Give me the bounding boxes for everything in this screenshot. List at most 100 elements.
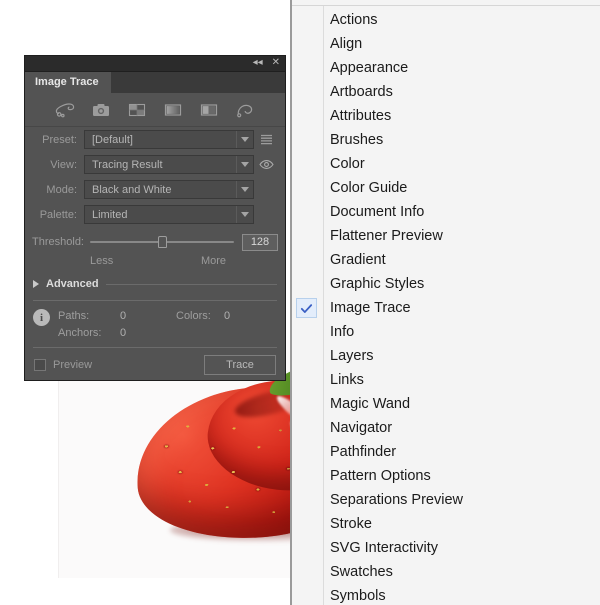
- checkbox-slot: [296, 322, 317, 342]
- mode-value: Black and White: [92, 183, 172, 196]
- menu-item-attributes[interactable]: Attributes: [292, 104, 600, 128]
- chevron-down-icon[interactable]: [236, 156, 253, 173]
- auto-color-icon[interactable]: [54, 101, 76, 119]
- advanced-label[interactable]: Advanced: [46, 278, 99, 290]
- menu-item-gradient[interactable]: Gradient: [292, 248, 600, 272]
- palette-value: Limited: [92, 208, 128, 221]
- threshold-max-label: More: [200, 255, 226, 267]
- chevron-down-icon[interactable]: [236, 181, 253, 198]
- tab-image-trace[interactable]: Image Trace: [25, 72, 111, 93]
- checkbox-slot: [296, 418, 317, 438]
- panel-footer: Preview Trace: [25, 348, 285, 375]
- view-row: View: Tracing Result: [25, 152, 285, 177]
- checkmark-icon: [296, 298, 317, 318]
- checkbox-slot: [296, 538, 317, 558]
- mode-row: Mode: Black and White: [25, 177, 285, 202]
- menu-item-info[interactable]: Info: [292, 320, 600, 344]
- chevron-down-icon[interactable]: [236, 131, 253, 148]
- checkbox-slot: [296, 370, 317, 390]
- preview-label[interactable]: Preview: [53, 359, 92, 371]
- menu-item-stroke[interactable]: Stroke: [292, 512, 600, 536]
- chevron-down-icon[interactable]: [236, 206, 253, 223]
- menu-item-appearance[interactable]: Appearance: [292, 56, 600, 80]
- menu-item-document-info[interactable]: Document Info: [292, 200, 600, 224]
- preset-menu-icon[interactable]: [260, 134, 273, 145]
- checkbox-slot: [296, 490, 317, 510]
- advanced-rule: [105, 283, 277, 285]
- menu-item-brushes[interactable]: Brushes: [292, 128, 600, 152]
- panel-body: Preset: [Default] View: Tracing Result M…: [25, 93, 285, 375]
- black-and-white-icon[interactable]: [198, 101, 220, 119]
- trace-button[interactable]: Trace: [204, 355, 276, 375]
- checkbox-slot: [296, 274, 317, 294]
- grayscale-icon[interactable]: [162, 101, 184, 119]
- checkbox-slot: [296, 514, 317, 534]
- chevron-right-icon[interactable]: [33, 280, 39, 288]
- checkbox-slot: [296, 106, 317, 126]
- palette-select[interactable]: Limited: [84, 205, 254, 224]
- paths-line: Paths: 0 Colors: 0: [58, 307, 280, 324]
- menu-item-list: Actions Align Appearance Artboards Attribute…: [292, 6, 600, 605]
- palette-row: Palette: Limited: [25, 202, 285, 227]
- eye-icon[interactable]: [258, 159, 274, 170]
- checkbox-slot: [296, 10, 317, 30]
- image-trace-panel[interactable]: ◂◂ ✕ Image Trace Preset: [Default] View:…: [24, 55, 286, 381]
- window-panels-menu[interactable]: Actions Align Appearance Artboards Attribute…: [291, 0, 600, 605]
- info-icon: i: [33, 309, 50, 326]
- threshold-input[interactable]: 128: [242, 233, 278, 251]
- menu-item-image-trace[interactable]: Image Trace: [292, 296, 600, 320]
- threshold-label: Threshold:: [32, 236, 84, 248]
- threshold-row: Threshold: 128: [25, 231, 285, 253]
- threshold-slider[interactable]: [90, 235, 234, 249]
- menu-item-align[interactable]: Align: [292, 32, 600, 56]
- checkbox-slot: [296, 226, 317, 246]
- menu-item-layers[interactable]: Layers: [292, 344, 600, 368]
- menu-item-links[interactable]: Links: [292, 368, 600, 392]
- menu-item-magic-wand[interactable]: Magic Wand: [292, 392, 600, 416]
- menu-item-color-guide[interactable]: Color Guide: [292, 176, 600, 200]
- preset-row: Preset: [Default]: [25, 127, 285, 152]
- berry-seeds: [129, 378, 291, 548]
- menu-item-color[interactable]: Color: [292, 152, 600, 176]
- trace-info-block: i Paths: 0 Colors: 0 Anchors: 0: [25, 301, 285, 345]
- checkbox-slot: [296, 394, 317, 414]
- menu-item-flattener-preview[interactable]: Flattener Preview: [292, 224, 600, 248]
- panel-tabbar[interactable]: Image Trace: [25, 72, 285, 93]
- checkbox-slot: [296, 562, 317, 582]
- menu-item-actions[interactable]: Actions: [292, 8, 600, 32]
- menu-item-svg-interactivity[interactable]: SVG Interactivity: [292, 536, 600, 560]
- preview-checkbox[interactable]: [34, 359, 46, 371]
- checkbox-slot: [296, 250, 317, 270]
- menu-item-navigator[interactable]: Navigator: [292, 416, 600, 440]
- preset-select[interactable]: [Default]: [84, 130, 254, 149]
- close-icon[interactable]: ✕: [272, 57, 280, 69]
- advanced-section-toggle[interactable]: Advanced: [25, 273, 285, 295]
- anchors-line: Anchors: 0: [58, 324, 280, 341]
- menu-item-pathfinder[interactable]: Pathfinder: [292, 440, 600, 464]
- view-label: View:: [50, 158, 77, 171]
- threshold-slider-handle[interactable]: [158, 236, 167, 248]
- panel-titlebar[interactable]: ◂◂ ✕: [25, 56, 285, 72]
- view-select[interactable]: Tracing Result: [84, 155, 254, 174]
- menu-item-swatches[interactable]: Swatches: [292, 560, 600, 584]
- preset-toolbar[interactable]: [25, 93, 285, 127]
- checkbox-slot: [296, 82, 317, 102]
- preset-label: Preset:: [42, 133, 77, 146]
- paths-label: Paths:: [58, 309, 90, 322]
- view-value: Tracing Result: [92, 158, 163, 171]
- checkbox-slot: [296, 466, 317, 486]
- menu-item-label: Separations Preview: [330, 492, 463, 508]
- low-color-icon[interactable]: [126, 101, 148, 119]
- collapse-panel-icon[interactable]: ◂◂: [253, 57, 263, 69]
- menu-item-artboards[interactable]: Artboards: [292, 80, 600, 104]
- threshold-min-label: Less: [90, 255, 114, 267]
- mode-select[interactable]: Black and White: [84, 180, 254, 199]
- checkbox-slot: [296, 586, 317, 605]
- menu-item-graphic-styles[interactable]: Graphic Styles: [292, 272, 600, 296]
- checkbox-slot: [296, 154, 317, 174]
- menu-item-symbols[interactable]: Symbols: [292, 584, 600, 605]
- outline-icon[interactable]: [234, 101, 256, 119]
- menu-item-separations-preview[interactable]: Separations Preview: [292, 488, 600, 512]
- menu-item-pattern-options[interactable]: Pattern Options: [292, 464, 600, 488]
- high-color-icon[interactable]: [90, 101, 112, 119]
